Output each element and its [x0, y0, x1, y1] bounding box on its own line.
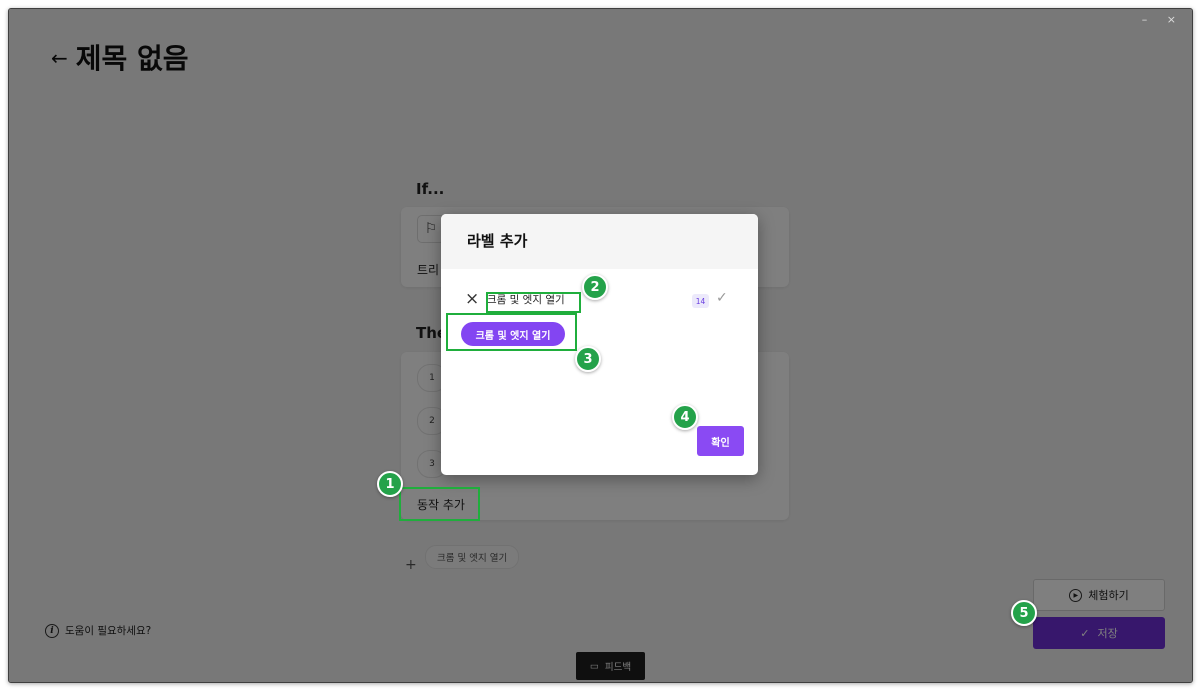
modal-header: 라벨 추가	[441, 214, 758, 269]
confirm-button[interactable]: 확인	[697, 426, 744, 456]
annotation-marker-2: 2	[582, 274, 608, 300]
app-window: – × ←제목 없음 If... ⚐ 트리 The 1 2 3 동작 추가 + …	[8, 8, 1193, 683]
check-icon[interactable]: ✓	[716, 290, 728, 306]
annotation-marker-1: 1	[377, 471, 403, 497]
annotation-marker-4: 4	[672, 404, 698, 430]
char-count-badge: 14	[692, 294, 709, 308]
annotation-marker-3: 3	[575, 346, 601, 372]
annotation-marker-5: 5	[1011, 600, 1037, 626]
add-label-modal: 라벨 추가 × 14 ✓ 크롬 및 엣지 열기 확인	[441, 214, 758, 475]
close-icon[interactable]: ×	[465, 291, 479, 308]
label-input[interactable]	[487, 292, 577, 306]
modal-title: 라벨 추가	[467, 232, 528, 250]
label-preview-chip: 크롬 및 엣지 열기	[461, 322, 565, 346]
window-controls[interactable]: – ×	[1142, 13, 1184, 26]
